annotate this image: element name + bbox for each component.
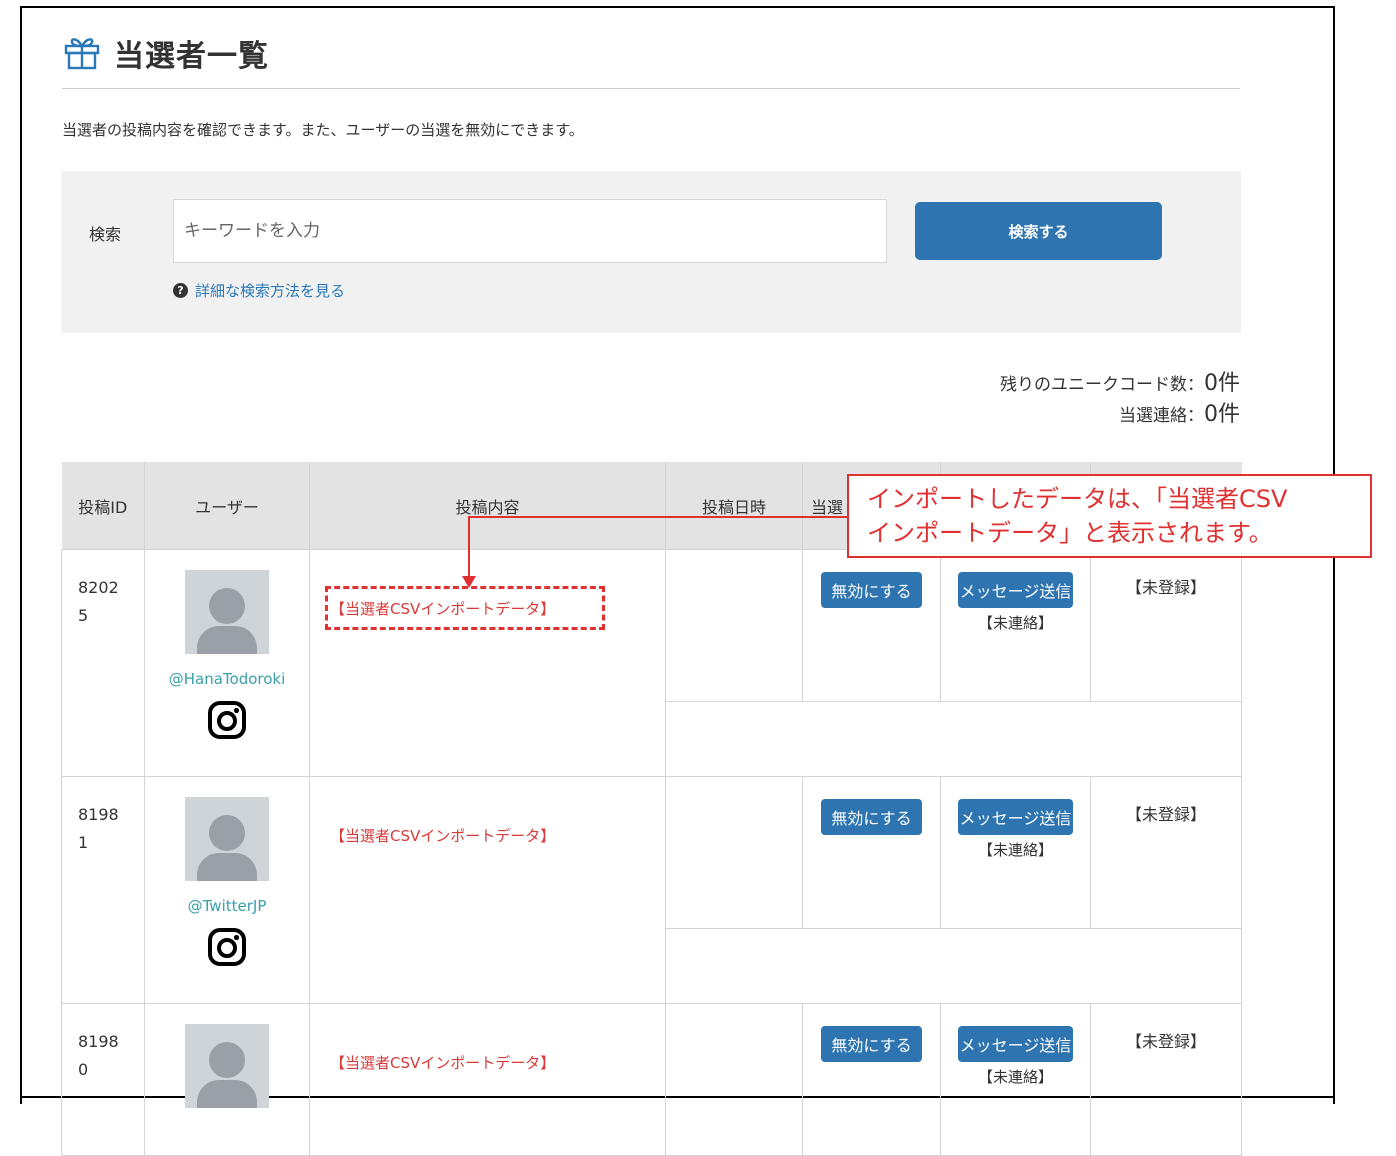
post-id: 8202 [78,578,119,597]
avatar[interactable] [185,797,269,881]
callout-line-1: インポートしたデータは、「当選者CSV [867,485,1288,513]
invalidate-button[interactable]: 無効にする [821,1026,922,1062]
registration-status: 【未登録】 [1090,549,1242,702]
page-title: 当選者一覧 [114,39,269,74]
user-cell: @HanaTodoroki [144,549,310,777]
instagram-icon[interactable] [207,927,247,967]
message-cell: メッセージ送信 【未連絡】 [940,1003,1091,1156]
date-cell [665,1003,803,1156]
user-handle-link[interactable]: @HanaTodoroki [146,670,308,688]
remaining-counts: 残りのユニークコード数：0件 当選連絡：0件 [1000,369,1240,431]
date-cell [665,776,803,929]
send-message-button[interactable]: メッセージ送信 [957,572,1074,608]
content-cell: 【当選者CSVインポートデータ】 [309,776,666,1004]
subrow-cell [665,928,1242,1004]
header-user[interactable]: ユーザー [144,462,310,550]
post-id: 8198 [78,1032,119,1051]
header-content[interactable]: 投稿内容 [309,462,666,550]
content-cell: 【当選者CSVインポートデータ】 [309,549,666,777]
contact-status: 【未連絡】 [977,841,1053,859]
unique-code-count: 残りのユニークコード数：0件 [1000,369,1240,400]
post-id-cell: 8198 1 [61,776,145,1004]
title-divider [62,88,1240,89]
winners-table: 投稿ID ユーザー 投稿内容 投稿日時 当選 8202 5 @HanaTodor… [61,462,1242,1156]
contact-count: 当選連絡：0件 [1000,400,1240,431]
search-help-link[interactable]: ? 詳細な検索方法を見る [173,280,345,301]
unique-code-label: 残りのユニークコード数： [1000,375,1204,395]
invalidate-button[interactable]: 無効にする [821,799,922,835]
header-date[interactable]: 投稿日時 [665,462,803,550]
unique-code-value: 0件 [1204,371,1240,396]
table-row: 8198 1 @TwitterJP 【当選者CSVインポートデータ】 無効にする… [61,776,1242,1004]
import-data-label: 【当選者CSVインポートデータ】 [330,827,556,845]
registration-status: 【未登録】 [1090,1003,1242,1156]
post-id-cell: 8202 5 [61,549,145,777]
post-id-wrap: 0 [78,1060,89,1079]
search-label: 検索 [89,225,122,244]
table-row: 8198 0 【当選者CSVインポートデータ】 無効にする メッセージ送信 【未… [61,1003,1242,1156]
search-button[interactable]: 検索する [915,202,1162,260]
search-help-link-label: 詳細な検索方法を見る [195,282,346,300]
question-circle-icon: ? [173,283,188,298]
import-data-label: 【当選者CSVインポートデータ】 [330,1054,556,1072]
subrow-cell [665,701,1242,777]
avatar[interactable] [185,1024,269,1108]
callout-line-2: インポートデータ」と表示されます。 [867,519,1273,547]
send-message-button[interactable]: メッセージ送信 [957,799,1074,835]
post-id-cell: 8198 0 [61,1003,145,1156]
invalidate-button[interactable]: 無効にする [821,572,922,608]
invalidate-cell: 無効にする [802,1003,941,1156]
annotation-callout: インポートしたデータは、「当選者CSV インポートデータ」と表示されます。 [847,474,1372,558]
highlight-dashed-box [325,586,605,630]
message-cell: メッセージ送信 【未連絡】 [940,549,1091,702]
contact-status: 【未連絡】 [977,1068,1053,1086]
registration-status: 【未登録】 [1090,776,1242,929]
contact-status: 【未連絡】 [977,614,1053,632]
send-message-button[interactable]: メッセージ送信 [957,1026,1074,1062]
avatar[interactable] [185,570,269,654]
page-description: 当選者の投稿内容を確認できます。また、ユーザーの当選を無効にできます。 [62,121,584,139]
header-post-id[interactable]: 投稿ID [61,462,145,550]
gift-icon [62,31,102,75]
message-cell: メッセージ送信 【未連絡】 [940,776,1091,929]
post-id-wrap: 1 [78,833,89,852]
invalidate-cell: 無効にする [802,776,941,929]
instagram-icon[interactable] [207,700,247,740]
search-panel: 検索 検索する ? 詳細な検索方法を見る [61,171,1241,333]
contact-label: 当選連絡： [1119,406,1204,426]
user-cell [144,1003,310,1156]
page-header: 当選者一覧 [62,30,269,76]
user-cell: @TwitterJP [144,776,310,1004]
search-input[interactable] [173,199,887,263]
post-id-wrap: 5 [78,606,89,625]
table-row: 8202 5 @HanaTodoroki 【当選者CSVインポートデータ】 無効… [61,549,1242,777]
contact-value: 0件 [1204,402,1240,427]
content-cell: 【当選者CSVインポートデータ】 [309,1003,666,1156]
date-cell [665,549,803,702]
user-handle-link[interactable]: @TwitterJP [146,897,308,915]
post-id: 8198 [78,805,119,824]
invalidate-cell: 無効にする [802,549,941,702]
